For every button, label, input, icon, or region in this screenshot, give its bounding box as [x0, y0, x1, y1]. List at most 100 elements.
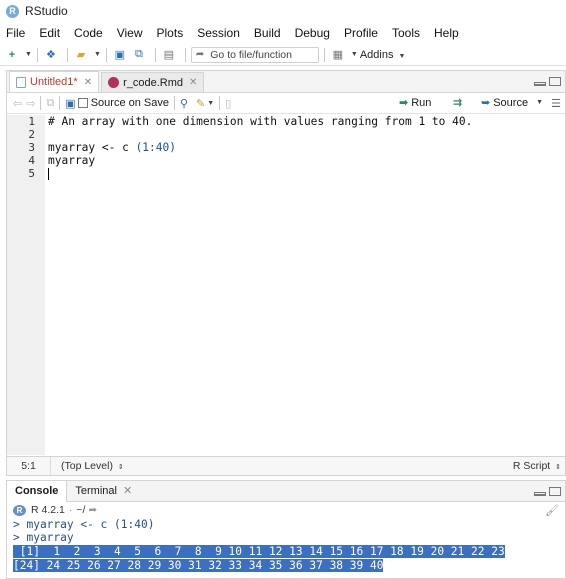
- search-icon[interactable]: ⚲: [180, 97, 188, 110]
- new-file-icon[interactable]: +: [4, 47, 20, 63]
- close-icon[interactable]: ✕: [123, 485, 132, 497]
- print-icon[interactable]: ▤: [161, 47, 177, 63]
- line-number: 4: [28, 154, 35, 167]
- close-icon[interactable]: ✕: [84, 77, 92, 88]
- source-editor-pane: Untitled1* ✕ r_code.Rmd ✕ ⇦ ⇨ ⧉ ▣ Source…: [6, 70, 566, 476]
- editor-toolbar: ⇦ ⇨ ⧉ ▣ Source on Save ⚲ ✎ ▼ ▯ ➡ Run ⇉ ➥…: [7, 93, 565, 114]
- save-icon[interactable]: ▣: [112, 47, 128, 63]
- toolbar-divider: [219, 96, 221, 110]
- console-tab-strip: Console Terminal ✕: [7, 480, 565, 502]
- toolbar-divider: [105, 47, 107, 62]
- rmd-file-icon: [108, 77, 120, 88]
- console-input-line: > myarray <- c (1:40): [13, 518, 155, 531]
- code-area[interactable]: 1 2 3 4 5 # An array with one dimension …: [7, 115, 565, 455]
- scope-selector[interactable]: (Top Level) ⇕: [51, 460, 124, 472]
- goto-dir-icon[interactable]: ➦: [88, 504, 97, 516]
- file-type-label: R Script: [512, 460, 551, 472]
- menu-bar: File Edit Code View Plots Session Build …: [0, 23, 566, 43]
- rstudio-logo-icon: R: [6, 4, 19, 18]
- console-output-line: [24] 24 25 26 27 28 29 30 31 32 33 34 35…: [13, 559, 384, 572]
- run-label: Run: [411, 96, 432, 109]
- pane-window-controls: [534, 77, 561, 86]
- run-button[interactable]: ➡ Run: [399, 96, 432, 110]
- code-token-range: (1:40): [135, 141, 176, 154]
- open-folder-icon[interactable]: ▰: [73, 47, 89, 63]
- tab-terminal[interactable]: Terminal ✕: [67, 481, 140, 502]
- clear-console-broom-icon[interactable]: 🖌: [545, 504, 559, 517]
- cursor-position: 5:1: [7, 457, 51, 475]
- menu-edit[interactable]: Edit: [39, 26, 60, 40]
- text-cursor: [48, 168, 49, 180]
- source-arrow-icon: ➥: [481, 97, 491, 109]
- minimize-pane-icon[interactable]: [534, 82, 546, 86]
- tab-r-code-rmd[interactable]: r_code.Rmd ✕: [101, 72, 205, 92]
- goto-arrow-icon: ➦: [195, 49, 205, 60]
- menu-tools[interactable]: Tools: [392, 26, 420, 40]
- menu-profile[interactable]: Profile: [344, 26, 378, 40]
- tab-label: r_code.Rmd: [123, 76, 184, 89]
- forward-arrow-icon[interactable]: ⇨: [26, 97, 35, 110]
- r-logo-icon: R: [13, 504, 26, 516]
- menu-help[interactable]: Help: [434, 26, 459, 40]
- code-line-comment: # An array with one dimension with value…: [48, 115, 473, 128]
- close-icon[interactable]: ✕: [189, 77, 197, 88]
- code-tools-wand-icon[interactable]: ✎: [196, 97, 205, 110]
- toolbar-divider: [59, 96, 61, 110]
- menu-debug[interactable]: Debug: [295, 26, 330, 40]
- source-label: Source: [493, 96, 529, 109]
- maximize-pane-icon[interactable]: [549, 77, 561, 86]
- source-button[interactable]: ➥ Source ▼: [481, 96, 544, 110]
- menu-session[interactable]: Session: [197, 26, 240, 40]
- working-directory[interactable]: ~/: [76, 504, 85, 516]
- tab-untitled1[interactable]: Untitled1* ✕: [9, 71, 100, 92]
- menu-plots[interactable]: Plots: [157, 26, 184, 40]
- console-output[interactable]: > myarray <- c (1:40) > myarray [1] 1 2 …: [7, 518, 565, 572]
- toolbar-divider: [184, 47, 186, 62]
- goto-file-input[interactable]: ➦ Go to file/function: [190, 46, 319, 63]
- run-arrow-icon: ➡: [399, 97, 409, 109]
- separator-dot: ·: [68, 504, 73, 516]
- menu-build[interactable]: Build: [254, 26, 281, 40]
- editor-status-bar: 5:1 (Top Level) ⇕ R Script ⇕: [7, 456, 565, 475]
- document-outline-icon[interactable]: ☰: [551, 97, 561, 110]
- menu-file[interactable]: File: [6, 26, 25, 40]
- file-type-selector[interactable]: R Script ⇕: [513, 460, 561, 472]
- tab-console[interactable]: Console: [7, 480, 68, 502]
- code-line-print: myarray: [48, 154, 96, 167]
- save-icon[interactable]: ▣: [65, 97, 75, 110]
- file-type-dropdown-icon: ⇕: [555, 464, 561, 471]
- title-bar: R RStudio: [0, 0, 566, 22]
- tab-label: Untitled1*: [30, 76, 78, 88]
- code-line-assignment: myarray <- c (1:40): [48, 141, 565, 154]
- rerun-button[interactable]: ⇉: [453, 96, 462, 109]
- r-file-icon: [16, 76, 26, 88]
- goto-placeholder: Go to file/function: [210, 48, 292, 61]
- addins-dropdown-icon: ▼: [398, 52, 406, 60]
- grid-layout-icon[interactable]: ▦: [330, 47, 346, 63]
- back-arrow-icon[interactable]: ⇦: [13, 97, 22, 110]
- line-number-gutter: 1 2 3 4 5: [7, 115, 45, 455]
- compile-report-icon[interactable]: ▯: [225, 97, 231, 110]
- toolbar-divider: [40, 96, 42, 110]
- maximize-pane-icon[interactable]: [549, 487, 561, 496]
- line-number: 1: [28, 115, 35, 128]
- show-in-window-icon[interactable]: ⧉: [46, 97, 54, 110]
- minimize-pane-icon[interactable]: [534, 492, 546, 496]
- console-info-bar: R R 4.2.1 · ~/ ➦ 🖌: [7, 502, 565, 518]
- source-on-save-checkbox[interactable]: [77, 98, 88, 108]
- menu-view[interactable]: View: [117, 26, 143, 40]
- console-output-line: [1] 1 2 3 4 5 6 7 8 9 10 11 12 13 14 15 …: [13, 545, 505, 558]
- save-all-icon[interactable]: ⧉: [131, 47, 147, 63]
- code-line-cursor-line: [48, 167, 565, 180]
- layout-dropdown-icon[interactable]: ▼: [351, 51, 358, 58]
- code-tools-dropdown-icon[interactable]: ▼: [207, 100, 214, 107]
- menu-code[interactable]: Code: [74, 26, 103, 40]
- addins-button[interactable]: Addins ▼: [360, 49, 406, 61]
- code-text[interactable]: # An array with one dimension with value…: [45, 115, 565, 455]
- new-project-icon[interactable]: ❖: [43, 47, 59, 63]
- new-file-dropdown-icon[interactable]: ▼: [25, 51, 32, 58]
- source-dropdown-icon: ▼: [536, 99, 544, 106]
- toolbar-divider: [66, 47, 68, 62]
- open-dropdown-icon[interactable]: ▼: [94, 51, 101, 58]
